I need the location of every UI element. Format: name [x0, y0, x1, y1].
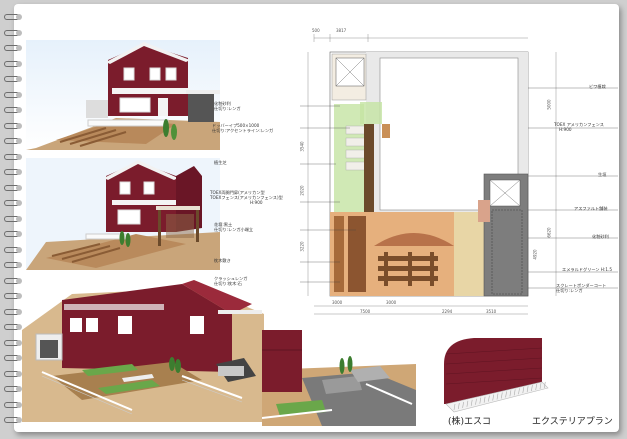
plan-sheet: 化粧砂利 仕切り:レンガ ドッバーイプ500×1000 仕切り:アクセントライン… [4, 4, 619, 432]
render-fence-detail [424, 324, 554, 414]
binding-ring [4, 291, 24, 301]
dimension-left: 3220 [299, 241, 305, 252]
render-driveway-view [262, 330, 416, 426]
plan-label: 仕切り:アクセントライン:レンガ [212, 128, 274, 133]
dimension-left: 2020 [299, 185, 305, 196]
binding-ring [4, 369, 24, 379]
binding-ring [4, 183, 24, 193]
plan-label: 仕切り:枕木:石 [214, 281, 242, 286]
plan-label: TOEXフェンス(アメリカンフェンス)型 [210, 195, 283, 200]
plan-label: ビワ植栽 [589, 84, 606, 89]
plan-label: 植生芝 [214, 160, 227, 165]
plan-label: エメラルドグリーン H:1.5 [562, 267, 613, 272]
dimension-bottom: 3000 [332, 300, 343, 305]
binding-ring [4, 167, 24, 177]
plan-label: 仕切り:レンガ [214, 106, 241, 111]
binding-ring [4, 105, 24, 115]
binding-ring [4, 307, 24, 317]
plan-label: 仕切り:レンガ [556, 288, 583, 293]
binding-ring [4, 136, 24, 146]
binding-ring [4, 214, 24, 224]
binding-ring [4, 338, 24, 348]
dimension-right: 5000 [546, 99, 552, 110]
plan-label: 化粧砂利 [592, 234, 609, 239]
binding-ring [4, 152, 24, 162]
binding-ring [4, 28, 24, 38]
render-front-view [26, 40, 220, 150]
dimension-right: 4920 [532, 249, 538, 260]
dimension-bottom: 3000 [386, 300, 397, 305]
binding-ring [4, 353, 24, 363]
binding-ring [4, 198, 24, 208]
plan-label: 枕木敷き [214, 258, 231, 263]
binding-ring [4, 245, 24, 255]
plan-label: H:900 [559, 127, 572, 132]
plan-label: 生垣 [598, 172, 607, 177]
dimension-top: 3817 [336, 28, 347, 33]
binding-ring [4, 74, 24, 84]
binding-ring [4, 59, 24, 69]
binding-ring [4, 260, 24, 270]
binding-ring [4, 400, 24, 410]
binding-ring [4, 12, 24, 22]
dimension-bottom: 2294 [442, 309, 453, 314]
binding-ring [4, 322, 24, 332]
binding-ring [4, 121, 24, 131]
render-side-view [26, 158, 220, 270]
plan-label: H:900 [250, 200, 263, 205]
binding-ring [4, 229, 24, 239]
binding-ring [4, 43, 24, 53]
dimension-bottom: 3510 [486, 309, 497, 314]
site-plan [300, 24, 618, 324]
plan-label: アスファルト舗装 [574, 206, 608, 211]
dimension-right: 6620 [546, 227, 552, 238]
dimension-bottom: 7500 [360, 309, 371, 314]
render-aerial-view [22, 280, 264, 422]
plan-title: エクステリアプラン [532, 417, 613, 427]
binding-ring [4, 276, 24, 286]
dimension-left: 3540 [299, 141, 305, 152]
binding-ring [4, 384, 24, 394]
binding-ring [4, 90, 24, 100]
plan-label: 仕切り:レンガ小端立 [214, 227, 254, 232]
company-name: (株)エスコ [448, 417, 492, 427]
dimension-top: 500 [312, 28, 320, 33]
binding-ring [4, 415, 24, 425]
